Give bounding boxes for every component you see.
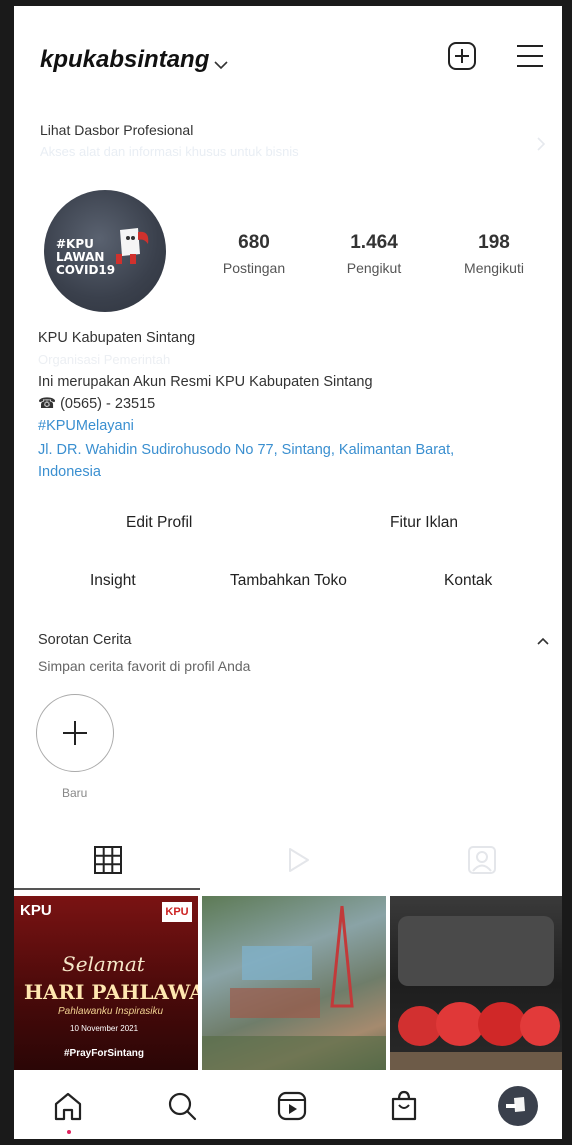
post-headline: HARI PAHLAWAN: [24, 980, 198, 1004]
highlights-title: Sorotan Cerita: [38, 632, 132, 648]
followers-count: 1.464: [350, 232, 398, 253]
post-hashtag: #PrayForSintang: [64, 1048, 145, 1059]
search-icon[interactable]: [164, 1088, 200, 1124]
grid-tab-icon[interactable]: [88, 844, 128, 876]
app-frame: kpukabsintang Lihat Dasbor Profesional A…: [14, 6, 562, 1139]
contact-button[interactable]: Kontak: [444, 572, 492, 590]
username[interactable]: kpukabsintang: [40, 46, 209, 74]
following-count: 198: [478, 232, 510, 253]
menu-icon[interactable]: [514, 40, 546, 72]
edit-profile-button[interactable]: Edit Profil: [126, 514, 192, 532]
posts-count: 680: [238, 232, 270, 253]
post-badge: KPU: [20, 902, 52, 919]
hashtag-link[interactable]: #KPUMelayani: [38, 418, 134, 434]
shop-icon[interactable]: [386, 1088, 422, 1124]
stat-following[interactable]: 198 Mengikuti: [454, 232, 534, 276]
car-trunk-icon: [390, 916, 562, 1072]
profile-avatar-nav[interactable]: [498, 1086, 538, 1126]
followers-label: Pengikut: [346, 260, 402, 276]
header: kpukabsintang: [14, 6, 562, 106]
dashboard-subtitle: Akses alat dan informasi khusus untuk bi…: [40, 144, 299, 159]
new-highlight-button[interactable]: [36, 694, 114, 772]
address-link-line2[interactable]: Indonesia: [38, 464, 101, 480]
stat-posts[interactable]: 680 Postingan: [214, 232, 294, 276]
home-icon[interactable]: [50, 1088, 86, 1124]
post-thumbnail[interactable]: KPU KPU Selamat HARI PAHLAWAN Pahlawanku…: [14, 896, 198, 1072]
reels-tab-icon[interactable]: [278, 844, 318, 876]
post-tagline: Pahlawanku Inspirasiku: [58, 1006, 164, 1017]
avatar[interactable]: #KPU LAWAN COVID19: [44, 190, 166, 312]
chevron-up-icon[interactable]: [536, 636, 550, 646]
reels-icon[interactable]: [274, 1088, 310, 1124]
chevron-down-icon[interactable]: [214, 60, 228, 70]
post-date: 10 November 2021: [70, 1024, 139, 1033]
insights-button[interactable]: Insight: [90, 572, 136, 590]
tagged-tab-icon[interactable]: [462, 844, 502, 876]
new-highlight-label: Baru: [62, 786, 88, 800]
post-thumbnail[interactable]: [390, 896, 562, 1072]
notification-dot: [67, 1130, 71, 1134]
following-label: Mengikuti: [464, 260, 524, 276]
posts-label: Postingan: [222, 260, 286, 276]
add-post-icon[interactable]: [446, 40, 478, 72]
chevron-right-icon[interactable]: [536, 136, 546, 152]
profile-category: Organisasi Pemerintah: [38, 352, 171, 367]
post-script-word: Selamat: [62, 952, 145, 976]
post-badge-right: KPU: [162, 902, 192, 922]
tower-icon: [202, 905, 386, 1072]
add-shop-button[interactable]: Tambahkan Toko: [230, 572, 347, 590]
ad-tools-button[interactable]: Fitur Iklan: [390, 514, 458, 532]
stat-followers[interactable]: 1.464 Pengikut: [334, 232, 414, 276]
avatar-text: #KPU LAWAN COVID19: [56, 237, 116, 277]
dashboard-title[interactable]: Lihat Dasbor Profesional: [40, 122, 193, 138]
bottom-nav: [14, 1070, 562, 1139]
plus-icon: [63, 721, 87, 745]
highlights-subtitle: Simpan cerita favorit di profil Anda: [38, 658, 251, 674]
bio-text: Ini merupakan Akun Resmi KPU Kabupaten S…: [38, 374, 373, 390]
post-thumbnail[interactable]: [202, 896, 386, 1072]
address-link-line1[interactable]: Jl. DR. Wahidin Sudirohusodo No 77, Sint…: [38, 442, 454, 458]
phone-number[interactable]: ☎ (0565) - 23515: [38, 396, 155, 412]
profile-name: KPU Kabupaten Sintang: [38, 330, 196, 346]
active-tab-indicator: [14, 888, 200, 890]
mini-mascot-icon: [506, 1097, 525, 1112]
